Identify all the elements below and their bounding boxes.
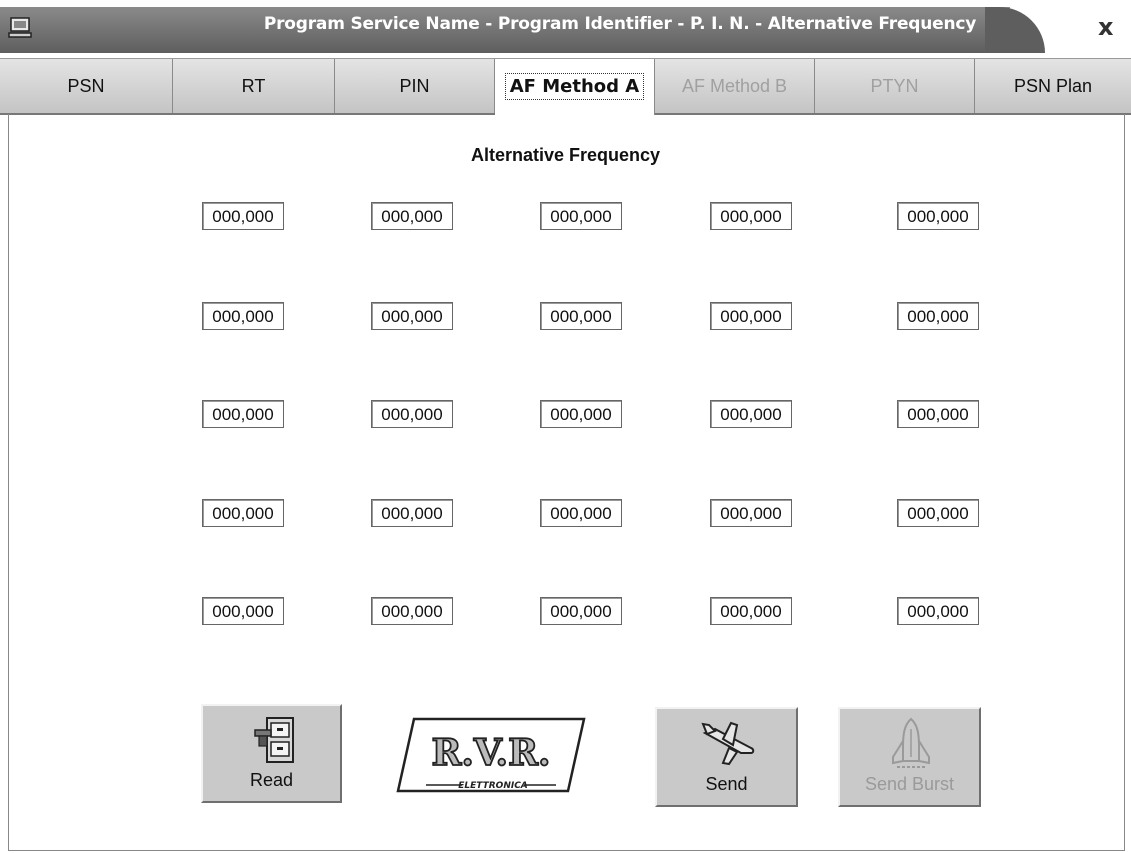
frequency-field[interactable]: 000,000 <box>202 400 284 428</box>
send-button-label: Send <box>705 774 748 794</box>
app-window: Program Service Name - Program Identifie… <box>0 0 1131 853</box>
tab-pin[interactable]: PIN <box>335 59 495 113</box>
tab-af-method-a[interactable]: AF Method A <box>495 59 655 115</box>
frequency-field[interactable]: 000,000 <box>202 302 284 330</box>
frequency-field[interactable]: 000,000 <box>710 499 792 527</box>
logo-text: R.V.R. <box>431 732 550 774</box>
frequency-field[interactable]: 000,000 <box>540 302 622 330</box>
section-heading: Alternative Frequency <box>470 145 661 165</box>
tab-rt[interactable]: RT <box>173 59 335 113</box>
tab-label: PIN <box>399 76 430 96</box>
window-title: Program Service Name - Program Identifie… <box>263 14 977 34</box>
frequency-field[interactable]: 000,000 <box>540 400 622 428</box>
frequency-field[interactable]: 000,000 <box>710 400 792 428</box>
frequency-field[interactable]: 000,000 <box>897 499 979 527</box>
frequency-field[interactable]: 000,000 <box>540 202 622 230</box>
frequency-field[interactable]: 000,000 <box>897 597 979 625</box>
frequency-field[interactable]: 000,000 <box>710 302 792 330</box>
tab-label: PTYN <box>870 76 919 96</box>
tab-psn-plan[interactable]: PSN Plan <box>975 59 1131 113</box>
frequency-field[interactable]: 000,000 <box>897 302 979 330</box>
frequency-field[interactable]: 000,000 <box>202 597 284 625</box>
logo-subtitle: ELETTRONICA <box>458 781 528 791</box>
tab-ptyn[interactable]: PTYN <box>815 59 975 113</box>
computer-icon[interactable] <box>8 17 34 39</box>
read-button-label: Read <box>249 770 294 790</box>
tab-label: AF Method A <box>504 73 645 100</box>
frequency-field[interactable]: 000,000 <box>897 202 979 230</box>
tab-psn[interactable]: PSN <box>0 59 173 113</box>
tab-label: PSN <box>67 76 105 96</box>
space-shuttle-icon <box>892 717 930 768</box>
frequency-field[interactable]: 000,000 <box>710 202 792 230</box>
airplane-icon <box>701 721 755 766</box>
frequency-field[interactable]: 000,000 <box>710 597 792 625</box>
frequency-field[interactable]: 000,000 <box>897 400 979 428</box>
frequency-field[interactable]: 000,000 <box>371 400 453 428</box>
send-burst-button-label: Send Burst <box>864 774 955 794</box>
title-bar: Program Service Name - Program Identifie… <box>0 0 1131 58</box>
frequency-field[interactable]: 000,000 <box>202 499 284 527</box>
frequency-field[interactable]: 000,000 <box>371 597 453 625</box>
frequency-field[interactable]: 000,000 <box>540 597 622 625</box>
rvr-elettronica-logo: R.V.R. ELETTRONICA <box>396 717 586 793</box>
tab-bar: PSN RT PIN AF Method A AF Method B PTYN … <box>0 58 1131 115</box>
tab-label: RT <box>241 76 266 96</box>
send-burst-button[interactable]: Send Burst <box>838 707 981 807</box>
tab-af-method-b[interactable]: AF Method B <box>655 59 815 113</box>
send-button[interactable]: Send <box>655 707 798 807</box>
frequency-field[interactable]: 000,000 <box>371 302 453 330</box>
close-icon[interactable]: x <box>1098 13 1113 41</box>
frequency-field[interactable]: 000,000 <box>202 202 284 230</box>
read-button[interactable]: Read <box>201 704 342 803</box>
tab-label: AF Method B <box>681 76 788 96</box>
frequency-field[interactable]: 000,000 <box>540 499 622 527</box>
tab-label: PSN Plan <box>1013 76 1093 96</box>
frequency-field[interactable]: 000,000 <box>371 202 453 230</box>
file-cabinet-icon <box>254 717 294 763</box>
frequency-field[interactable]: 000,000 <box>371 499 453 527</box>
